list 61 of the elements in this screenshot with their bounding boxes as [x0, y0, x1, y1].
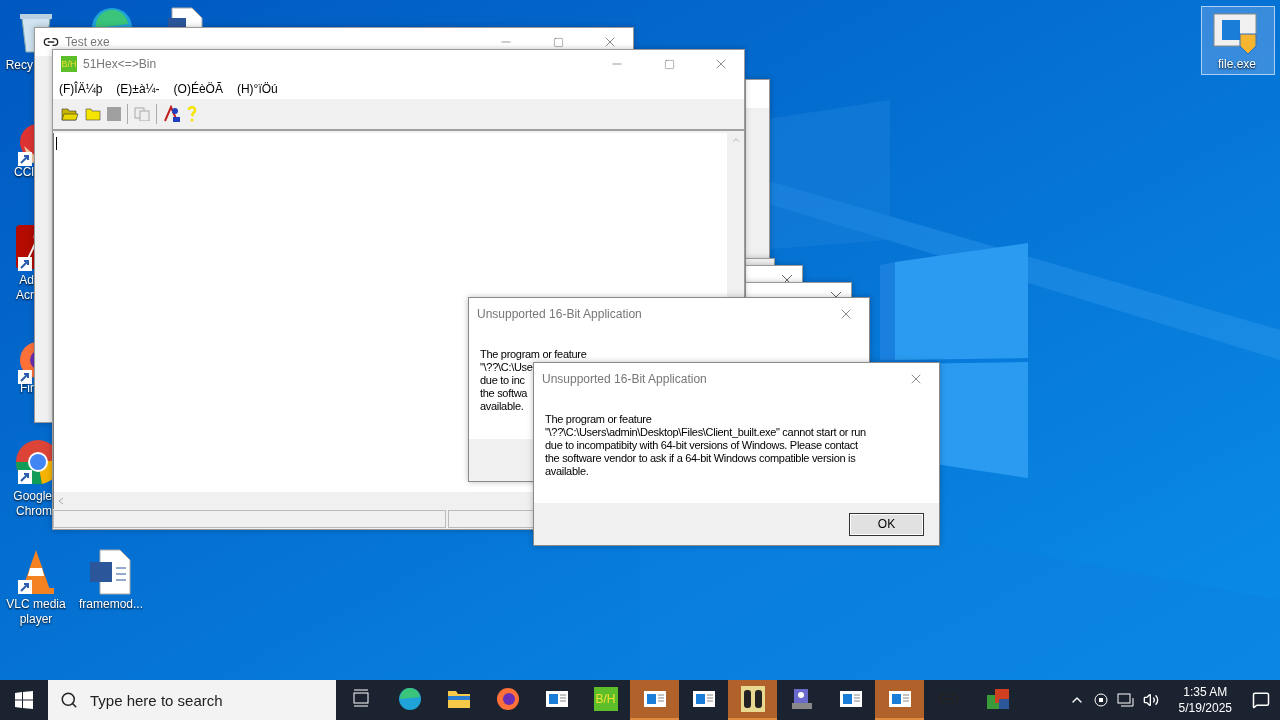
help-icon — [187, 106, 197, 122]
dialog-message-line: The program or feature — [480, 348, 587, 361]
icon-label[interactable]: framemod... — [74, 597, 148, 612]
office-icon — [984, 687, 1011, 711]
volume-icon — [1142, 692, 1159, 708]
window-icon — [544, 689, 569, 709]
scroll-up-icon — [730, 135, 741, 145]
window-title: 51Hex<=>Bin — [83, 57, 158, 71]
search-icon — [60, 691, 78, 709]
binoculars-icon — [740, 686, 765, 712]
icon-label[interactable]: file.exe — [1201, 57, 1273, 72]
dialog-message-line: due to inc — [480, 374, 525, 387]
window-title: Test exe — [65, 35, 111, 49]
window-icon — [691, 689, 716, 709]
menu-item[interactable]: (E)±à¼- — [116, 81, 160, 96]
icon-label[interactable]: Chrom — [0, 504, 52, 519]
icon-label[interactable]: CCl — [0, 165, 34, 180]
search-field[interactable]: Type here to search — [88, 690, 322, 710]
ok-button[interactable]: OK — [849, 512, 924, 536]
window-icon — [642, 689, 667, 709]
menu-item[interactable]: (O)ÉèÖÃ — [173, 81, 223, 96]
dialog-title: Unsupported 16-Bit Application — [477, 306, 643, 321]
dialog-message-line: available. — [480, 400, 524, 413]
convert-icon — [163, 105, 181, 123]
dialog-message: The program or feature "\??\C:\Users\admin\Desktop\Files\Client_built.exe" cannot start or run due to incompatibity with 64-bit versions of Windows. Please contact the software vendor to ask if a 64-bit Windows compatible version is available. — [545, 413, 866, 478]
folder-icon — [446, 688, 471, 710]
search-box[interactable]: Type here to search — [48, 680, 336, 720]
folder-icon — [85, 107, 101, 121]
stop-icon — [107, 107, 121, 121]
maximize-icon — [663, 58, 675, 70]
clock-date[interactable]: 5/19/2025 — [1178, 700, 1232, 716]
network-icon — [1116, 692, 1135, 708]
icon-label[interactable]: Google — [0, 489, 52, 504]
copy-icon — [134, 107, 150, 121]
clock-time[interactable]: 1:35 AM — [1183, 684, 1228, 700]
hex-app-icon: B/H — [593, 687, 618, 711]
task-view-icon — [350, 689, 371, 709]
shield-icon — [1092, 692, 1109, 708]
installer-icon — [789, 687, 814, 711]
firefox-icon — [495, 687, 520, 711]
scroll-left-icon — [58, 496, 64, 505]
taskbar-app-button[interactable] — [728, 680, 777, 720]
notification-icon — [1252, 691, 1270, 709]
icon-label[interactable]: Ad — [0, 273, 34, 288]
icon-label[interactable]: player — [0, 612, 72, 627]
edge-icon — [397, 687, 422, 711]
app-logo: B/H — [61, 56, 77, 72]
windows-logo-icon — [15, 691, 33, 709]
dialog-title: Unsupported 16-Bit Application — [542, 371, 708, 386]
dialog-message-line: "\??\C:\Use — [480, 361, 533, 374]
open-folder-icon — [61, 107, 79, 121]
icon-label[interactable]: Fir — [0, 381, 34, 396]
menu-item[interactable]: (H)°ïÖú — [236, 81, 278, 96]
icon-label[interactable]: Recy — [0, 58, 33, 73]
icon-label[interactable]: VLC media — [0, 597, 72, 612]
maximize-icon — [552, 36, 564, 48]
window-icon — [838, 689, 863, 709]
window-icon — [887, 689, 912, 709]
menu-item[interactable]: (F)ÎÄ¼þ — [59, 81, 103, 96]
icon-label[interactable]: Acr — [0, 288, 34, 303]
dialog-message-line: the softwa — [480, 387, 528, 400]
